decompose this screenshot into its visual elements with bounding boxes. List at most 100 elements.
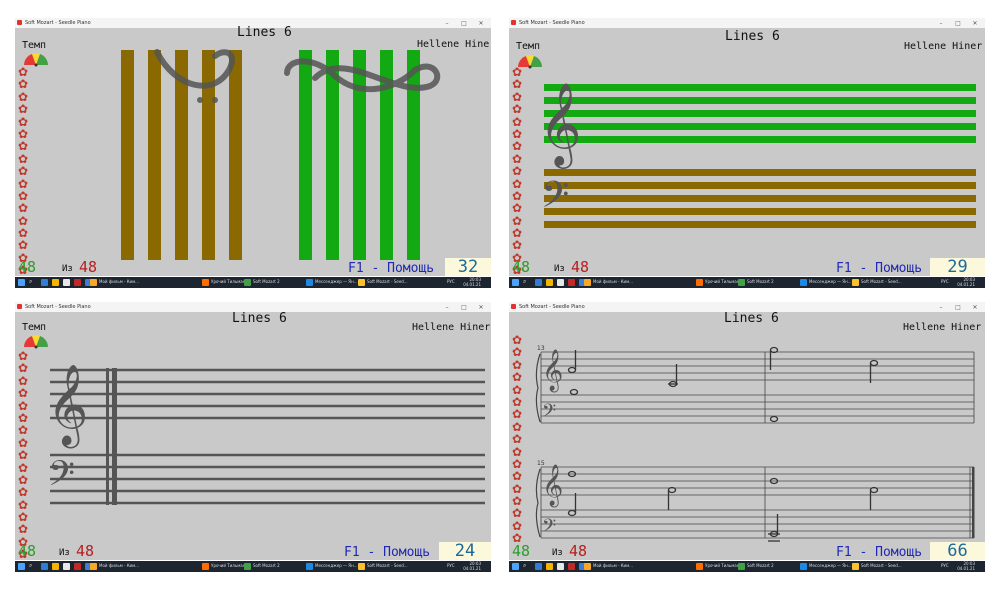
of-label: Из [62,264,73,274]
taskbar-app-icon[interactable] [306,563,313,570]
windows-start-icon[interactable] [512,279,519,286]
taskbar-app-icon[interactable] [800,279,807,286]
taskbar-app-icon[interactable] [557,279,564,286]
taskbar-2: ⌕ Мой фильм - Ким... Урочий Тильман Soft Mo… [509,277,985,288]
taskbar-app-icon[interactable] [63,563,70,570]
score-box: 29 [930,258,985,276]
taskbar-app-icon[interactable] [852,279,859,286]
stave-lines-vertical [121,49,441,260]
taskbar-app-icon[interactable] [358,279,365,286]
clock-date: 04.01.21 [463,281,481,287]
taskbar-app-icon[interactable] [202,279,209,286]
taskbar-app-icon[interactable] [74,279,81,286]
taskbar-app-icon[interactable] [696,563,703,570]
taskbar-item[interactable]: Урочий Тильман [211,563,245,570]
treble-clef-icon: 𝄞 [542,464,563,507]
app-window-3: Soft Mozart - Seedle Piano – □ ✕ Lines 6… [15,302,491,560]
taskbar-app-icon[interactable] [800,563,807,570]
taskbar-item[interactable]: Урочий Тильман [705,563,739,570]
taskbar-item[interactable]: Soft Mozart - Seed... [367,279,408,286]
taskbar-app-icon[interactable] [696,279,703,286]
score-box: 66 [930,542,985,560]
taskbar-clock[interactable]: 20:03 04.01.21 [461,277,481,287]
taskbar-app-icon[interactable] [535,279,542,286]
total-count: 48 [79,258,98,276]
taskbar-item[interactable]: Мой фильм - Ким... [593,279,633,286]
taskbar-app-icon[interactable] [584,563,591,570]
search-icon[interactable]: ⌕ [523,278,526,285]
help-hint[interactable]: F1 - Помощь [344,545,430,560]
taskbar-app-icon[interactable] [244,563,251,570]
taskbar-app-icon[interactable] [557,563,564,570]
taskbar-item[interactable]: Урочий Тильман [705,279,739,286]
search-icon[interactable]: ⌕ [29,278,32,285]
taskbar-item[interactable]: Мой фильм - Ким... [99,279,139,286]
taskbar-item[interactable]: Мессенджер — Ян... [809,563,852,570]
done-count: 48 [18,258,37,276]
taskbar-app-icon[interactable] [202,563,209,570]
search-icon[interactable]: ⌕ [523,562,526,569]
language-indicator[interactable]: РУС [941,563,949,570]
taskbar-app-icon[interactable] [90,563,97,570]
taskbar-app-icon[interactable] [306,279,313,286]
search-icon[interactable]: ⌕ [29,562,32,569]
taskbar-app-icon[interactable] [546,279,553,286]
of-label: Из [552,548,563,558]
score-box: 24 [439,542,491,560]
taskbar-item[interactable]: Мессенджер — Ян... [315,279,358,286]
language-indicator[interactable]: РУС [941,279,949,286]
taskbar-app-icon[interactable] [41,279,48,286]
taskbar-app-icon[interactable] [90,279,97,286]
taskbar-item[interactable]: Soft Mozart 2 [747,563,774,570]
language-indicator[interactable]: РУС [447,279,455,286]
taskbar-app-icon[interactable] [546,563,553,570]
done-count: 48 [512,542,531,560]
taskbar-item[interactable]: Soft Mozart 2 [253,279,280,286]
taskbar-item[interactable]: Soft Mozart 2 [747,279,774,286]
help-hint[interactable]: F1 - Помощь [348,261,434,276]
taskbar-app-icon[interactable] [535,563,542,570]
taskbar-app-icon[interactable] [74,563,81,570]
brown-lines [544,169,976,228]
taskbar-app-icon[interactable] [738,563,745,570]
taskbar-item[interactable]: Soft Mozart - Seed... [861,279,902,286]
taskbar-app-icon[interactable] [358,563,365,570]
taskbar-app-icon[interactable] [568,563,575,570]
taskbar-app-icon[interactable] [244,279,251,286]
of-label: Из [59,548,70,558]
brace [535,353,541,423]
taskbar-clock[interactable]: 20:03 04.01.21 [955,277,975,287]
brace [535,468,541,538]
taskbar-app-icon[interactable] [852,563,859,570]
app-window-2: Soft Mozart - Seedle Piano – □ ✕ Lines 6… [509,18,985,276]
taskbar-app-icon[interactable] [52,563,59,570]
bass-clef-icon: 𝄢 [541,174,569,225]
taskbar-item[interactable]: Soft Mozart - Seed... [861,563,902,570]
stave-lines-horizontal: 𝄞 𝄢 [539,81,976,228]
taskbar-clock[interactable]: 20:03 04.01.21 [461,561,481,571]
windows-start-icon[interactable] [18,563,25,570]
of-label: Из [554,264,565,274]
taskbar-item[interactable]: Мой фильм - Ким... [99,563,139,570]
score-box: 32 [445,258,491,276]
help-hint[interactable]: F1 - Помощь [836,261,922,276]
taskbar-item[interactable]: Мессенджер — Ян... [315,563,358,570]
language-indicator[interactable]: РУС [447,563,455,570]
taskbar-app-icon[interactable] [584,279,591,286]
total-count: 48 [569,542,588,560]
taskbar-app-icon[interactable] [568,279,575,286]
taskbar-item[interactable]: Урочий Тильман [211,279,245,286]
help-hint[interactable]: F1 - Помощь [836,545,922,560]
green-lines [544,84,976,143]
windows-start-icon[interactable] [18,279,25,286]
taskbar-app-icon[interactable] [738,279,745,286]
windows-start-icon[interactable] [512,563,519,570]
taskbar-item[interactable]: Мой фильм - Ким... [593,563,633,570]
taskbar-item[interactable]: Soft Mozart - Seed... [367,563,408,570]
taskbar-app-icon[interactable] [63,279,70,286]
taskbar-item[interactable]: Soft Mozart 2 [253,563,280,570]
taskbar-item[interactable]: Мессенджер — Ян... [809,279,852,286]
taskbar-clock[interactable]: 20:03 04.01.21 [955,561,975,571]
taskbar-app-icon[interactable] [41,563,48,570]
taskbar-app-icon[interactable] [52,279,59,286]
